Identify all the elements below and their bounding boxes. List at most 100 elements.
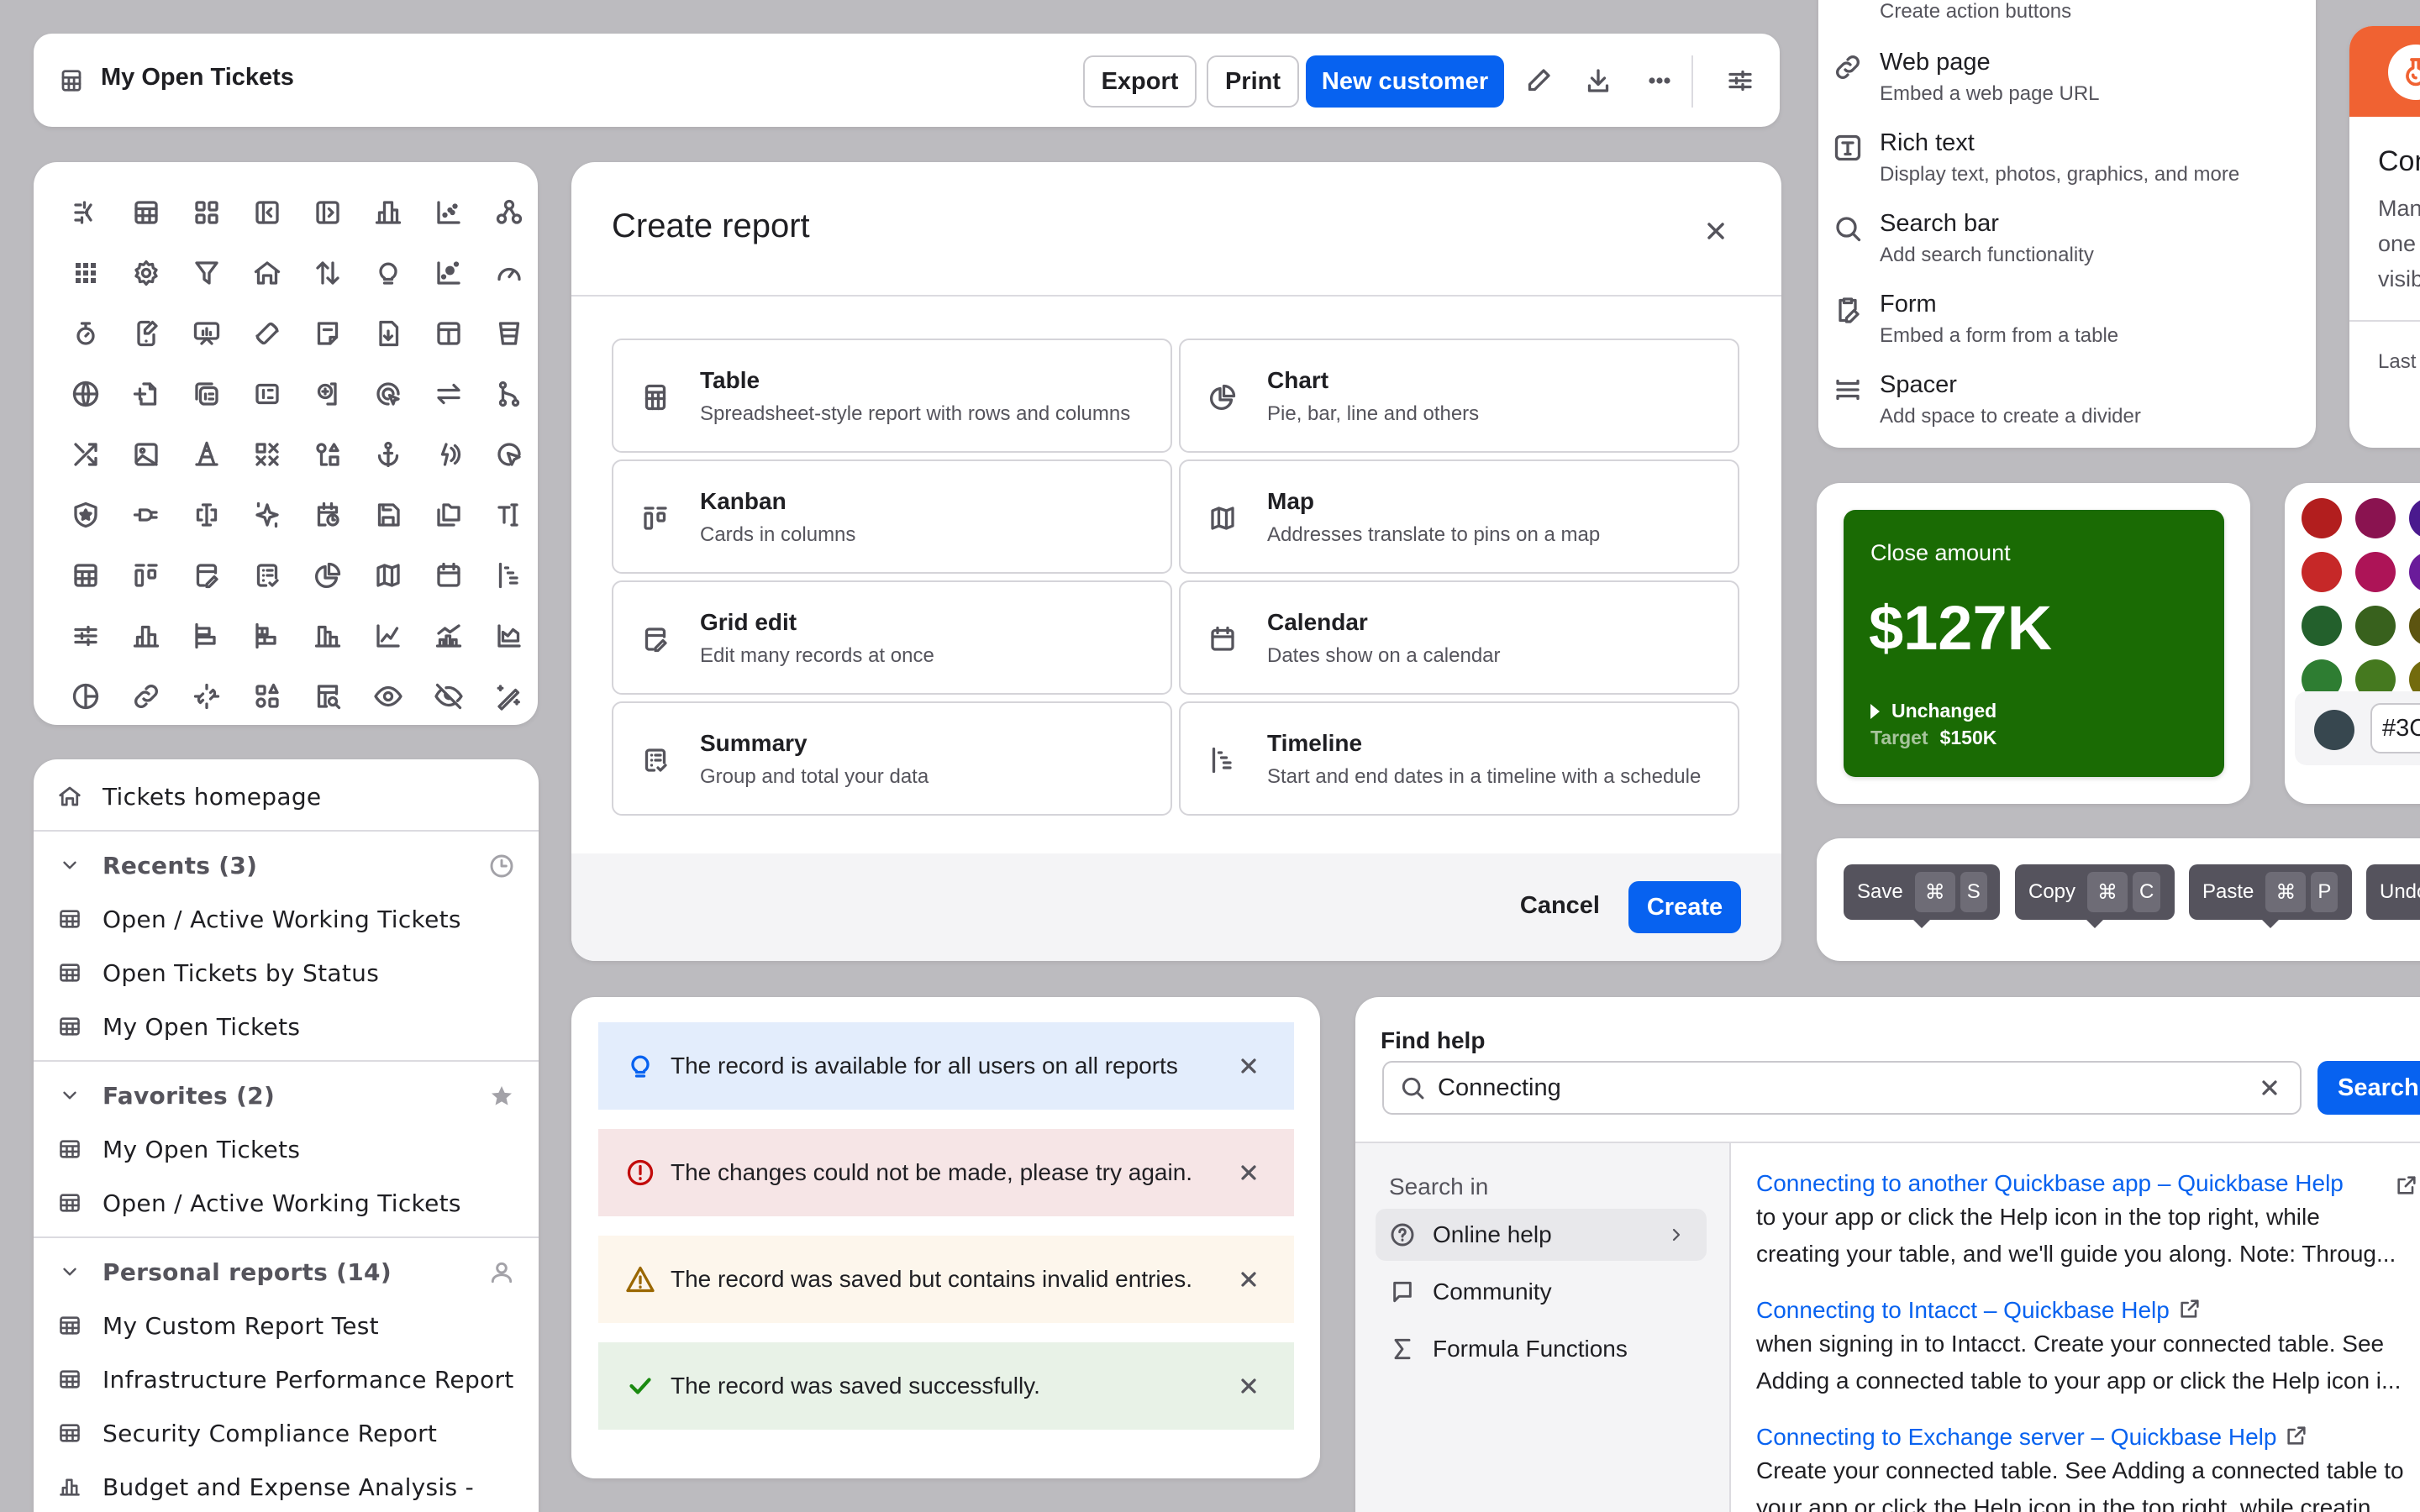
icon-cell[interactable] — [479, 243, 538, 303]
icon-cell[interactable] — [479, 545, 538, 606]
icon-cell[interactable] — [418, 424, 479, 485]
icon-cell[interactable] — [297, 606, 358, 666]
icon-cell[interactable] — [297, 243, 358, 303]
icon-cell[interactable] — [479, 606, 538, 666]
report-type-table[interactable]: Table Spreadsheet-style report with rows… — [612, 339, 1172, 453]
icon-cell[interactable] — [297, 364, 358, 424]
icon-cell[interactable] — [55, 606, 116, 666]
color-swatch[interactable] — [2409, 498, 2420, 538]
icon-cell[interactable] — [116, 364, 176, 424]
report-type-chart[interactable]: Chart Pie, bar, line and others — [1179, 339, 1739, 453]
report-type-map[interactable]: Map Addresses translate to pins on a map — [1179, 459, 1739, 574]
report-type-kanban[interactable]: Kanban Cards in columns — [612, 459, 1172, 574]
cancel-button[interactable]: Cancel — [1520, 879, 1600, 932]
icon-cell[interactable] — [116, 243, 176, 303]
sidebar-section-recents[interactable]: Recents (3) — [34, 838, 539, 892]
kpi-card[interactable]: Close amount $127K Unchanged Target $150K — [1844, 510, 2224, 777]
icon-cell[interactable] — [418, 303, 479, 364]
icon-cell[interactable] — [237, 182, 297, 243]
icon-cell[interactable] — [237, 424, 297, 485]
download-icon[interactable] — [1583, 66, 1613, 96]
icon-cell[interactable] — [237, 303, 297, 364]
clear-icon[interactable] — [2258, 1076, 2281, 1100]
icon-cell[interactable] — [176, 606, 237, 666]
color-swatch[interactable] — [2355, 606, 2396, 646]
sidebar-item[interactable]: My Custom Report Test — [34, 1299, 539, 1352]
icon-cell[interactable] — [418, 364, 479, 424]
create-button[interactable]: Create — [1628, 881, 1741, 933]
icon-cell[interactable] — [55, 243, 116, 303]
icon-cell[interactable] — [55, 364, 116, 424]
sliders-icon[interactable] — [1725, 66, 1755, 96]
icon-cell[interactable] — [55, 182, 116, 243]
icon-cell[interactable] — [116, 606, 176, 666]
icon-cell[interactable] — [55, 666, 116, 725]
icon-cell[interactable] — [176, 182, 237, 243]
close-icon[interactable] — [1237, 1161, 1260, 1184]
icon-cell[interactable] — [237, 606, 297, 666]
color-swatch[interactable] — [2302, 552, 2342, 592]
icon-cell[interactable] — [297, 303, 358, 364]
menu-item-spacer[interactable]: Spacer Add space to create a divider — [1818, 371, 2316, 448]
color-swatch[interactable] — [2409, 606, 2420, 646]
icon-cell[interactable] — [237, 666, 297, 725]
icon-cell[interactable] — [297, 666, 358, 725]
source-online-help[interactable]: Online help — [1376, 1209, 1707, 1261]
pencil-icon[interactable] — [1523, 66, 1554, 96]
sidebar-item[interactable]: Security Compliance Report — [34, 1406, 539, 1460]
icon-cell[interactable] — [358, 243, 418, 303]
icon-cell[interactable] — [116, 545, 176, 606]
icon-cell[interactable] — [479, 485, 538, 545]
icon-cell[interactable] — [358, 666, 418, 725]
sidebar-item[interactable]: Infrastructure Performance Report — [34, 1352, 539, 1406]
external-link-icon[interactable] — [2395, 1173, 2418, 1197]
icon-cell[interactable] — [479, 424, 538, 485]
sidebar-item-home[interactable]: Tickets homepage — [34, 769, 539, 823]
icon-cell[interactable] — [297, 545, 358, 606]
help-search-input[interactable] — [1438, 1074, 2258, 1102]
close-icon[interactable] — [1237, 1374, 1260, 1398]
icon-cell[interactable] — [116, 424, 176, 485]
icon-cell[interactable] — [297, 182, 358, 243]
report-type-calendar[interactable]: Calendar Dates show on a calendar — [1179, 580, 1739, 695]
icon-cell[interactable] — [176, 303, 237, 364]
menu-item-web-page[interactable]: Web page Embed a web page URL — [1818, 49, 2316, 129]
report-type-summary[interactable]: Summary Group and total your data — [612, 701, 1172, 816]
result-link[interactable]: Connecting to Exchange server – Quickbas… — [1756, 1424, 2276, 1450]
report-type-grid-edit[interactable]: Grid edit Edit many records at once — [612, 580, 1172, 695]
icon-cell[interactable] — [116, 666, 176, 725]
icon-cell[interactable] — [358, 606, 418, 666]
hex-input[interactable] — [2370, 703, 2420, 753]
icon-cell[interactable] — [418, 243, 479, 303]
sidebar-item[interactable]: Open Tickets by Status — [34, 946, 539, 1000]
sidebar-item[interactable]: My Open Tickets — [34, 1122, 539, 1176]
icon-cell[interactable] — [358, 485, 418, 545]
external-link-icon[interactable] — [2178, 1297, 2202, 1320]
color-swatch[interactable] — [2302, 606, 2342, 646]
color-swatch[interactable] — [2409, 552, 2420, 592]
source-formula-functions[interactable]: Formula Functions — [1376, 1323, 1707, 1375]
icon-cell[interactable] — [418, 545, 479, 606]
icon-cell[interactable] — [116, 182, 176, 243]
icon-cell[interactable] — [116, 303, 176, 364]
sidebar-item[interactable]: Open / Active Working Tickets — [34, 892, 539, 946]
icon-cell[interactable] — [479, 182, 538, 243]
icon-cell[interactable] — [358, 364, 418, 424]
icon-cell[interactable] — [176, 424, 237, 485]
close-icon[interactable] — [1702, 218, 1729, 244]
icon-cell[interactable] — [237, 485, 297, 545]
icon-cell[interactable] — [418, 606, 479, 666]
result-link[interactable]: Connecting to Intacct – Quickbase Help — [1756, 1297, 2170, 1323]
icon-cell[interactable] — [358, 424, 418, 485]
print-button[interactable]: Print — [1207, 55, 1299, 108]
icon-cell[interactable] — [237, 364, 297, 424]
icon-cell[interactable] — [176, 485, 237, 545]
icon-cell[interactable] — [418, 485, 479, 545]
current-color-swatch[interactable] — [2314, 710, 2354, 750]
menu-item-form[interactable]: Form Embed a form from a table — [1818, 291, 2316, 371]
icon-cell[interactable] — [116, 485, 176, 545]
icon-cell[interactable] — [55, 303, 116, 364]
icon-cell[interactable] — [55, 485, 116, 545]
sidebar-section-favorites[interactable]: Favorites (2) — [34, 1068, 539, 1122]
report-type-timeline[interactable]: Timeline Start and end dates in a timeli… — [1179, 701, 1739, 816]
